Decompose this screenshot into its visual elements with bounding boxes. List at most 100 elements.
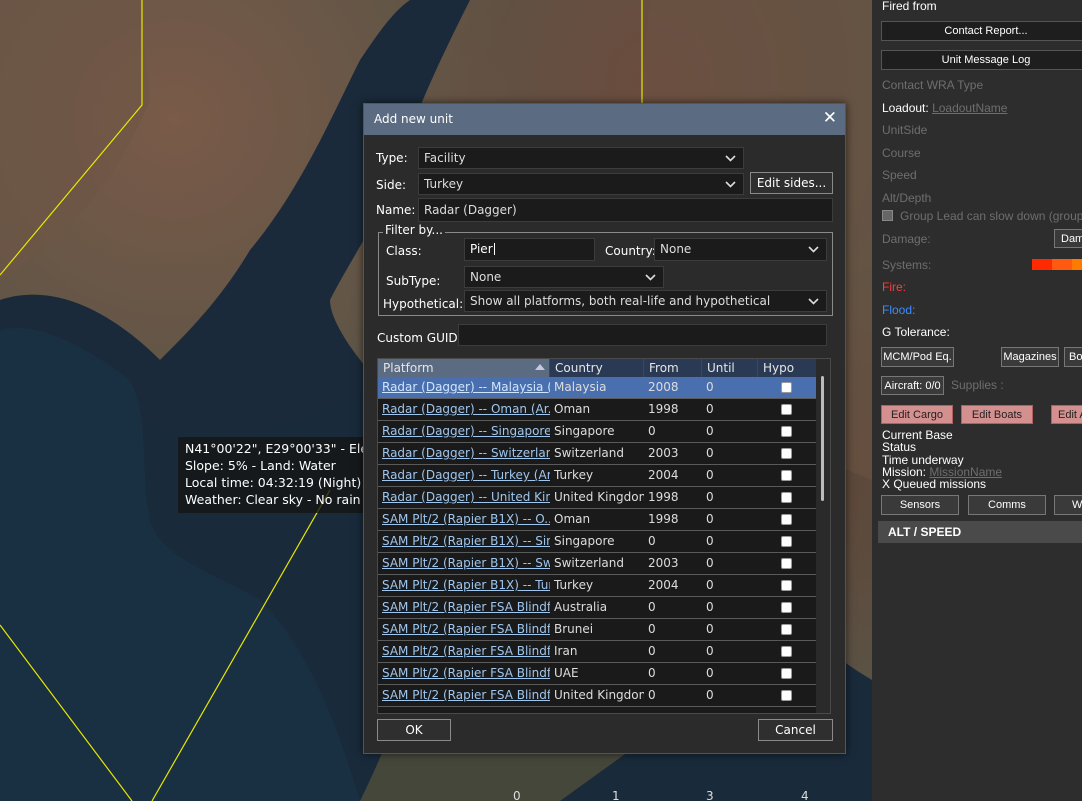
edit-sides-button[interactable]: Edit sides... — [750, 172, 833, 194]
hypo-checkbox[interactable] — [781, 426, 792, 437]
boats-button[interactable]: Bo — [1064, 347, 1082, 367]
hypo-checkbox[interactable] — [781, 404, 792, 415]
column-header-from[interactable]: From — [644, 359, 702, 377]
magazines-button[interactable]: Magazines — [1001, 347, 1059, 367]
platform-link[interactable]: Radar (Dagger) -- Singapore ... — [378, 421, 550, 442]
edit-boats-button[interactable]: Edit Boats — [961, 405, 1033, 424]
cancel-button[interactable]: Cancel — [758, 719, 833, 741]
table-row[interactable]: SAM Plt/2 (Rapier FSA Blindfi... United K… — [378, 685, 818, 707]
dialog-titlebar[interactable]: Add new unit ✕ — [364, 104, 845, 135]
platform-link[interactable]: Radar (Dagger) -- Oman (Ar... — [378, 399, 550, 420]
column-header-country[interactable]: Country — [550, 359, 644, 377]
hypo-checkbox[interactable] — [781, 470, 792, 481]
table-row[interactable]: SAM Plt/2 (Rapier B1X) -- Sin... Singapor… — [378, 531, 818, 553]
table-row[interactable]: SAM Plt/2 (Rapier B1X) -- O... Oman 1998 0 — [378, 509, 818, 531]
table-header: Platform Country From Until Hypo — [378, 359, 818, 377]
hypo-checkbox[interactable] — [781, 580, 792, 591]
hypothetical-select[interactable]: Show all platforms, both real-life and h… — [464, 290, 827, 312]
contact-report-button[interactable]: Contact Report... — [881, 21, 1082, 41]
table-row[interactable]: Radar (Dagger) -- Turkey (Ar... Turkey 200… — [378, 465, 818, 487]
side-select[interactable]: Turkey — [418, 173, 744, 195]
table-row[interactable]: Radar (Dagger) -- United Kin... United Ki… — [378, 487, 818, 509]
group-lead-checkbox[interactable] — [882, 210, 893, 221]
table-scrollbar[interactable] — [816, 359, 830, 713]
table-row[interactable]: Radar (Dagger) -- Singapore ... Singapore… — [378, 421, 818, 443]
table-row[interactable]: SAM Plt/2 (Rapier B1X) -- Tur... Turkey 20… — [378, 575, 818, 597]
platform-link[interactable]: Radar (Dagger) -- Turkey (Ar... — [378, 465, 550, 486]
unit-side-label: UnitSide — [882, 123, 928, 137]
platform-link[interactable]: SAM Plt/2 (Rapier B1X) -- Sin... — [378, 531, 550, 552]
table-row[interactable]: Radar (Dagger) -- Malaysia (... Malaysia 2… — [378, 377, 818, 399]
country-cell: Singapore — [554, 424, 615, 438]
sensors-button[interactable]: Sensors — [881, 495, 959, 515]
until-cell: 0 — [706, 644, 714, 658]
name-input[interactable]: Radar (Dagger) — [418, 198, 833, 222]
hypo-checkbox[interactable] — [781, 382, 792, 393]
unit-status-panel: Fired from Contact Report... Unit Messag… — [872, 0, 1082, 801]
from-cell: 2008 — [648, 380, 679, 394]
column-header-until[interactable]: Until — [702, 359, 758, 377]
class-input[interactable]: Pier — [464, 238, 595, 261]
hypo-checkbox[interactable] — [781, 668, 792, 679]
column-header-platform[interactable]: Platform — [378, 359, 550, 377]
sort-ascending-icon — [535, 364, 545, 370]
unit-message-log-button[interactable]: Unit Message Log — [881, 50, 1082, 70]
hypo-checkbox[interactable] — [781, 624, 792, 635]
from-cell: 2003 — [648, 446, 679, 460]
platform-link[interactable]: SAM Plt/2 (Rapier FSA Blindfi... — [378, 663, 550, 684]
table-row[interactable]: SAM Plt/2 (Rapier FSA Blindfi... Australi… — [378, 597, 818, 619]
custom-guid-input[interactable] — [458, 324, 827, 346]
filter-title: Filter by... — [383, 223, 445, 237]
aircraft-button[interactable]: Aircraft: 0/0 — [881, 376, 944, 395]
table-body: Radar (Dagger) -- Malaysia (... Malaysia 2… — [378, 377, 818, 707]
chevron-down-icon — [717, 148, 743, 168]
coord-line: Slope: 5% - Land: Water — [185, 458, 336, 473]
edit-aircraft-button[interactable]: Edit A — [1051, 405, 1082, 424]
from-cell: 2004 — [648, 468, 679, 482]
hypo-checkbox[interactable] — [781, 492, 792, 503]
map-coordinate-readout: N41°00'22", E29°00'33" - Elevat Slope: 5… — [178, 437, 364, 513]
hypo-checkbox[interactable] — [781, 536, 792, 547]
country-select[interactable]: None — [654, 238, 827, 261]
comms-button[interactable]: Comms — [968, 495, 1046, 515]
platform-link[interactable]: Radar (Dagger) -- Malaysia (... — [378, 377, 550, 398]
platform-link[interactable]: SAM Plt/2 (Rapier FSA Blindfi... — [378, 619, 550, 640]
subtype-select[interactable]: None — [464, 266, 664, 288]
platform-link[interactable]: SAM Plt/2 (Rapier B1X) -- Tur... — [378, 575, 550, 596]
hypo-checkbox[interactable] — [781, 602, 792, 613]
mcm-pod-button[interactable]: MCM/Pod Eq. — [881, 347, 954, 367]
hypo-checkbox[interactable] — [781, 558, 792, 569]
alt-speed-section-header[interactable]: ALT / SPEED — [878, 521, 1082, 543]
platform-link[interactable]: Radar (Dagger) -- United Kin... — [378, 487, 550, 508]
type-select[interactable]: Facility — [418, 147, 744, 169]
hypo-checkbox[interactable] — [781, 646, 792, 657]
table-row[interactable]: SAM Plt/2 (Rapier FSA Blindfi... Brunei 0 0 — [378, 619, 818, 641]
platform-link[interactable]: SAM Plt/2 (Rapier FSA Blindfi... — [378, 641, 550, 662]
edit-cargo-button[interactable]: Edit Cargo — [881, 405, 953, 424]
hypo-checkbox[interactable] — [781, 690, 792, 701]
scrollbar-thumb[interactable] — [821, 376, 824, 501]
damage-button[interactable]: Dam — [1054, 229, 1082, 248]
hypo-checkbox[interactable] — [781, 514, 792, 525]
platform-link[interactable]: SAM Plt/2 (Rapier FSA Blindfi... — [378, 597, 550, 618]
table-row[interactable]: SAM Plt/2 (Rapier B1X) -- Sw... Switzerla… — [378, 553, 818, 575]
until-cell: 0 — [706, 512, 714, 526]
column-header-hypo[interactable]: Hypo — [758, 359, 818, 377]
close-icon[interactable]: ✕ — [823, 108, 837, 128]
ok-button[interactable]: OK — [377, 719, 451, 741]
hypo-checkbox[interactable] — [781, 448, 792, 459]
table-row[interactable]: Radar (Dagger) -- Oman (Ar... Oman 1998 0 — [378, 399, 818, 421]
platform-link[interactable]: Radar (Dagger) -- Switzerlan... — [378, 443, 550, 464]
table-row[interactable]: SAM Plt/2 (Rapier FSA Blindfi... Iran 0 0 — [378, 641, 818, 663]
table-row[interactable]: Radar (Dagger) -- Switzerlan... Switzerla… — [378, 443, 818, 465]
table-row[interactable]: SAM Plt/2 (Rapier FSA Blindfi... UAE 0 0 — [378, 663, 818, 685]
loadout-link[interactable]: LoadoutName — [932, 101, 1007, 115]
platform-link[interactable]: SAM Plt/2 (Rapier B1X) -- O... — [378, 509, 550, 530]
platform-link[interactable]: SAM Plt/2 (Rapier B1X) -- Sw... — [378, 553, 550, 574]
weapons-button[interactable]: W — [1054, 495, 1082, 515]
until-cell: 0 — [706, 578, 714, 592]
platform-link[interactable]: SAM Plt/2 (Rapier FSA Blindfi... — [378, 685, 550, 706]
country-cell: Singapore — [554, 534, 615, 548]
text-caret — [493, 243, 495, 255]
country-cell: Turkey — [554, 468, 594, 482]
